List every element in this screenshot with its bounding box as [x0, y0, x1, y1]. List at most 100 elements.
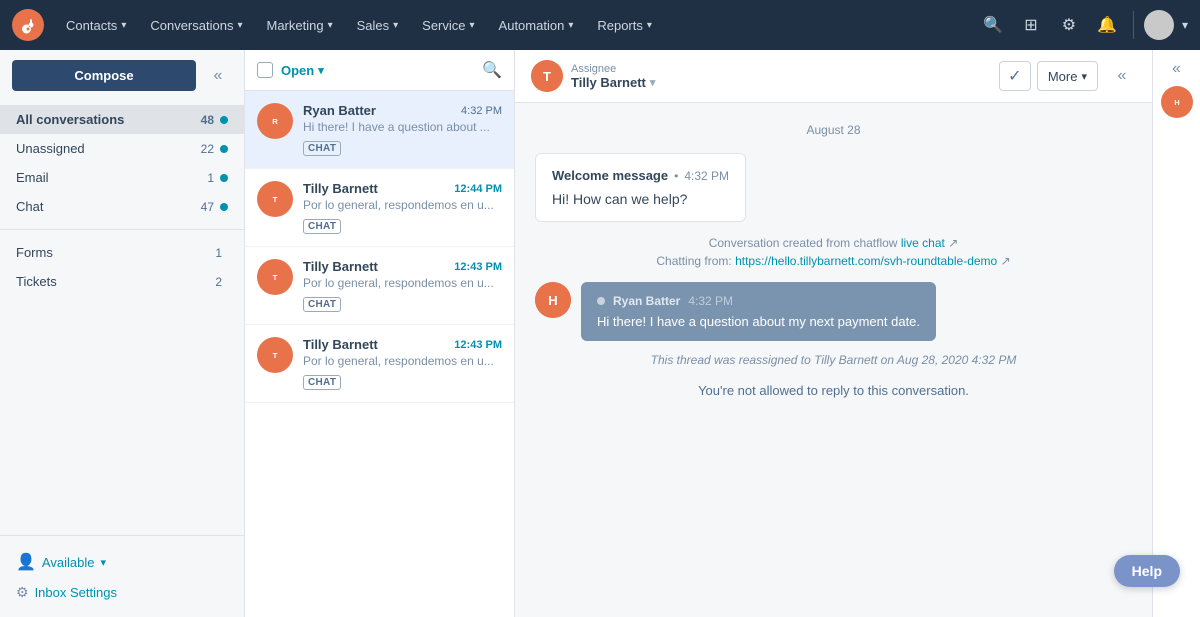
gear-icon: ⚙ — [16, 584, 29, 601]
conversations-list: Open ▾ 🔍 R Ryan Batter 4:32 PM Hi there!… — [245, 50, 515, 617]
search-button[interactable]: 🔍 — [977, 9, 1009, 41]
sidebar-top: Compose « — [0, 50, 244, 101]
right-panel-collapse-button[interactable]: « — [1172, 60, 1181, 78]
help-button[interactable]: Help — [1114, 555, 1180, 587]
no-reply-message: You're not allowed to reply to this conv… — [535, 383, 1132, 398]
person-icon: 👤 — [16, 552, 36, 572]
chevron-down-icon: ▾ — [328, 20, 333, 31]
nav-contacts[interactable]: Contacts ▾ — [56, 12, 136, 39]
chat-panel-collapse-button[interactable]: « — [1108, 62, 1136, 90]
sidebar-collapse-button[interactable]: « — [204, 62, 232, 90]
marketplace-icon[interactable]: ⊞ — [1015, 9, 1047, 41]
message-title: Welcome message — [552, 168, 668, 183]
more-options-button[interactable]: More ▾ — [1037, 61, 1098, 91]
welcome-message-card: Welcome message • 4:32 PM Hi! How can we… — [535, 153, 746, 222]
chevron-down-icon: ▾ — [647, 20, 652, 31]
conversations-list-header: Open ▾ 🔍 — [245, 50, 514, 91]
svg-text:H: H — [1174, 98, 1179, 107]
nav-conversations[interactable]: Conversations ▾ — [140, 12, 252, 39]
top-navigation: Contacts ▾ Conversations ▾ Marketing ▾ S… — [0, 0, 1200, 50]
svg-text:T: T — [273, 351, 278, 360]
nav-marketing[interactable]: Marketing ▾ — [256, 12, 342, 39]
chevron-down-icon: ▾ — [318, 64, 324, 77]
sidebar-navigation: All conversations 48 Unassigned 22 Email… — [0, 101, 244, 300]
chevron-down-icon: ▾ — [393, 20, 398, 31]
inbox-settings-link[interactable]: ⚙ Inbox Settings — [16, 578, 228, 607]
message-time: 4:32 PM — [684, 169, 729, 183]
resolve-button[interactable]: ✓ — [999, 61, 1031, 91]
conversation-content: Ryan Batter 4:32 PM Hi there! I have a q… — [303, 103, 502, 156]
chat-header: T Assignee Tilly Barnett ▾ ✓ More ▾ « — [515, 50, 1152, 103]
sender-name: Ryan Batter — [613, 294, 680, 308]
nav-automation[interactable]: Automation ▾ — [489, 12, 584, 39]
svg-text:T: T — [273, 273, 278, 282]
avatar: T — [257, 181, 293, 217]
unread-dot — [220, 116, 228, 124]
chevron-down-icon[interactable]: ▾ — [650, 76, 656, 89]
user-avatar[interactable] — [1144, 10, 1174, 40]
svg-text:H: H — [548, 293, 557, 308]
compose-button[interactable]: Compose — [12, 60, 196, 91]
assignee-avatar: T — [531, 60, 563, 92]
nav-service[interactable]: Service ▾ — [412, 12, 484, 39]
chevron-down-icon: ▾ — [568, 20, 573, 31]
unread-dot — [220, 145, 228, 153]
nav-sales[interactable]: Sales ▾ — [347, 12, 409, 39]
hubspot-badge[interactable]: H — [1161, 86, 1193, 118]
nav-reports[interactable]: Reports ▾ — [587, 12, 662, 39]
sender-avatar: H — [535, 282, 571, 318]
svg-text:T: T — [543, 69, 551, 84]
unread-dot — [220, 203, 228, 211]
available-status-button[interactable]: 👤 Available ▾ — [16, 546, 228, 578]
sidebar-item-unassigned[interactable]: Unassigned 22 — [0, 134, 244, 163]
chat-bubble: Ryan Batter 4:32 PM Hi there! I have a q… — [581, 282, 936, 341]
user-chat-row: H Ryan Batter 4:32 PM Hi there! I have a… — [535, 282, 1132, 341]
external-link-icon: ↗ — [1001, 254, 1011, 268]
sidebar-bottom: 👤 Available ▾ ⚙ Inbox Settings — [0, 535, 244, 617]
reassign-message: This thread was reassigned to Tilly Barn… — [535, 353, 1132, 367]
conversation-item[interactable]: T Tilly Barnett 12:43 PM Por lo general,… — [245, 247, 514, 325]
conversation-content: Tilly Barnett 12:43 PM Por lo general, r… — [303, 259, 502, 312]
main-layout: Compose « All conversations 48 Unassigne… — [0, 50, 1200, 617]
sidebar-item-forms[interactable]: Forms 1 — [0, 238, 244, 267]
date-divider: August 28 — [535, 123, 1132, 137]
sidebar-item-tickets[interactable]: Tickets 2 — [0, 267, 244, 296]
message-time: 4:32 PM — [688, 294, 733, 308]
hubspot-logo[interactable] — [12, 9, 44, 41]
right-panel: « H — [1152, 50, 1200, 617]
chevron-down-icon: ▾ — [100, 556, 106, 569]
sidebar-item-all-conversations[interactable]: All conversations 48 — [0, 105, 244, 134]
chat-body: August 28 Welcome message • 4:32 PM Hi! … — [515, 103, 1152, 617]
message-body: Hi there! I have a question about my nex… — [597, 314, 920, 329]
settings-icon[interactable]: ⚙ — [1053, 9, 1085, 41]
divider — [1133, 11, 1134, 39]
assignee-label: Assignee — [571, 63, 655, 75]
assignee-info: T Assignee Tilly Barnett ▾ — [531, 60, 989, 92]
status-filter-button[interactable]: Open ▾ — [281, 63, 324, 78]
avatar: T — [257, 259, 293, 295]
assignee-name[interactable]: Tilly Barnett ▾ — [571, 75, 655, 90]
user-menu-chevron[interactable]: ▾ — [1182, 18, 1188, 32]
message-body: Hi! How can we help? — [552, 191, 729, 207]
live-chat-link[interactable]: live chat — [901, 236, 945, 250]
sidebar-item-chat[interactable]: Chat 47 — [0, 192, 244, 221]
chevron-down-icon: ▾ — [121, 20, 126, 31]
conversation-content: Tilly Barnett 12:43 PM Por lo general, r… — [303, 337, 502, 390]
conversation-content: Tilly Barnett 12:44 PM Por lo general, r… — [303, 181, 502, 234]
chat-area: T Assignee Tilly Barnett ▾ ✓ More ▾ « — [515, 50, 1152, 617]
system-message: Conversation created from chatflow live … — [535, 234, 1132, 270]
chevron-down-icon: ▾ — [237, 20, 242, 31]
chatflow-url-link[interactable]: https://hello.tillybarnett.com/svh-round… — [735, 254, 997, 268]
left-sidebar: Compose « All conversations 48 Unassigne… — [0, 50, 245, 617]
conversation-search-button[interactable]: 🔍 — [482, 60, 502, 80]
select-all-checkbox[interactable] — [257, 62, 273, 78]
conversation-item[interactable]: R Ryan Batter 4:32 PM Hi there! I have a… — [245, 91, 514, 169]
avatar: T — [257, 337, 293, 373]
sidebar-item-email[interactable]: Email 1 — [0, 163, 244, 192]
conversation-item[interactable]: T Tilly Barnett 12:43 PM Por lo general,… — [245, 325, 514, 403]
svg-text:R: R — [272, 117, 278, 126]
external-link-icon: ↗ — [948, 236, 958, 250]
conversation-item[interactable]: T Tilly Barnett 12:44 PM Por lo general,… — [245, 169, 514, 247]
notifications-icon[interactable]: 🔔 — [1091, 9, 1123, 41]
unread-dot — [220, 174, 228, 182]
